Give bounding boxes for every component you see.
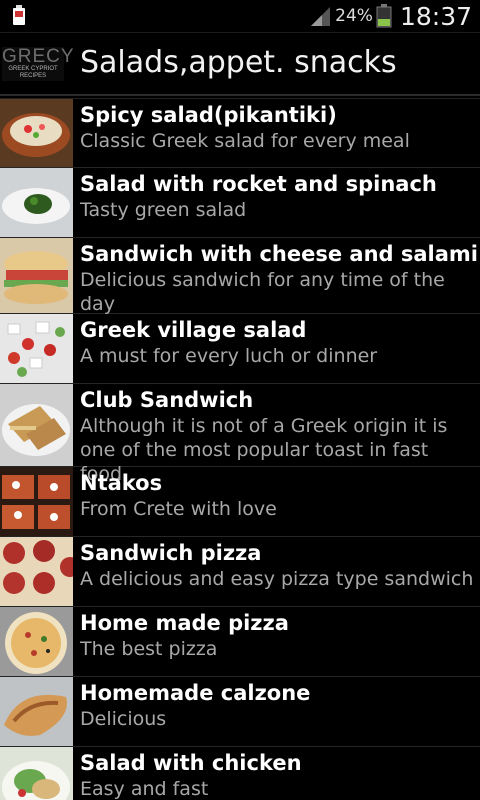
recipe-thumbnail bbox=[0, 238, 73, 313]
list-item[interactable]: Spicy salad(pikantiki) Classic Greek sal… bbox=[0, 99, 480, 168]
battery-icon bbox=[376, 4, 392, 28]
recipe-subtitle: Tasty green salad bbox=[80, 199, 247, 221]
clock: 18:37 bbox=[399, 1, 472, 31]
list-item[interactable]: Sandwich pizza A delicious and easy pizz… bbox=[0, 537, 480, 607]
recipe-thumbnail bbox=[0, 99, 73, 167]
recipe-thumbnail bbox=[0, 607, 73, 676]
recipe-thumbnail bbox=[0, 677, 73, 746]
recipe-thumbnail bbox=[0, 537, 73, 606]
recipe-title: Salad with rocket and spinach bbox=[80, 172, 437, 196]
recipe-thumbnail bbox=[0, 384, 73, 466]
page-title: Salads,appet. snacks bbox=[80, 45, 397, 80]
list-item[interactable]: Salad with rocket and spinach Tasty gree… bbox=[0, 168, 480, 238]
logo-text: GRECY bbox=[2, 46, 75, 67]
action-bar: GRECY GREEK CYPRIOT RECIPES Salads,appet… bbox=[0, 33, 480, 96]
recipe-thumbnail bbox=[0, 168, 73, 237]
signal-icon bbox=[311, 7, 331, 26]
recipe-subtitle: A delicious and easy pizza type sandwich bbox=[80, 568, 474, 590]
list-item[interactable]: Ntakos From Crete with love bbox=[0, 467, 480, 537]
recipe-thumbnail bbox=[0, 747, 73, 800]
recipe-title: Ntakos bbox=[80, 471, 163, 495]
recipe-thumbnail bbox=[0, 314, 73, 383]
recipe-subtitle: A must for every luch or dinner bbox=[80, 345, 378, 367]
status-indicators: 24% 18:37 bbox=[309, 0, 472, 32]
recipe-title: Greek village salad bbox=[80, 318, 307, 342]
recipe-subtitle: Delicious sandwich for any time of the d… bbox=[80, 269, 445, 315]
logo-subtext: GREEK CYPRIOT bbox=[8, 66, 58, 72]
list-item[interactable]: Salad with chicken Easy and fast bbox=[0, 747, 480, 800]
list-item[interactable]: Sandwich with cheese and salami Deliciou… bbox=[0, 238, 480, 315]
recipe-subtitle: The best pizza bbox=[80, 638, 218, 660]
recipe-subtitle: Easy and fast bbox=[80, 778, 209, 800]
recipe-title: Club Sandwich bbox=[80, 388, 254, 412]
list-item[interactable]: Homemade calzone Delicious bbox=[0, 677, 480, 747]
recipe-title: Sandwich with cheese and salami bbox=[80, 242, 479, 266]
status-bar: 24% 18:37 bbox=[0, 0, 480, 33]
list-item[interactable]: Home made pizza The best pizza bbox=[0, 607, 480, 677]
recipe-title: Sandwich pizza bbox=[80, 541, 262, 565]
list-item[interactable]: Greek village salad A must for every luc… bbox=[0, 314, 480, 384]
app-logo[interactable]: GRECY GREEK CYPRIOT RECIPES bbox=[2, 46, 75, 81]
sim-card-icon bbox=[13, 5, 25, 25]
recipe-list[interactable]: Spicy salad(pikantiki) Classic Greek sal… bbox=[0, 96, 480, 800]
recipe-subtitle: From Crete with love bbox=[80, 498, 277, 520]
recipe-thumbnail bbox=[0, 467, 73, 536]
recipe-title: Home made pizza bbox=[80, 611, 289, 635]
recipe-title: Salad with chicken bbox=[80, 751, 302, 775]
recipe-subtitle: Classic Greek salad for every meal bbox=[80, 130, 410, 152]
logo-subtext-2: RECIPES bbox=[19, 73, 47, 79]
battery-percent: 24% bbox=[335, 6, 373, 26]
list-item[interactable]: Club Sandwich Although it is not of a Gr… bbox=[0, 384, 480, 485]
recipe-title: Spicy salad(pikantiki) bbox=[80, 103, 337, 127]
recipe-subtitle: Delicious bbox=[80, 708, 167, 730]
recipe-title: Homemade calzone bbox=[80, 681, 311, 705]
